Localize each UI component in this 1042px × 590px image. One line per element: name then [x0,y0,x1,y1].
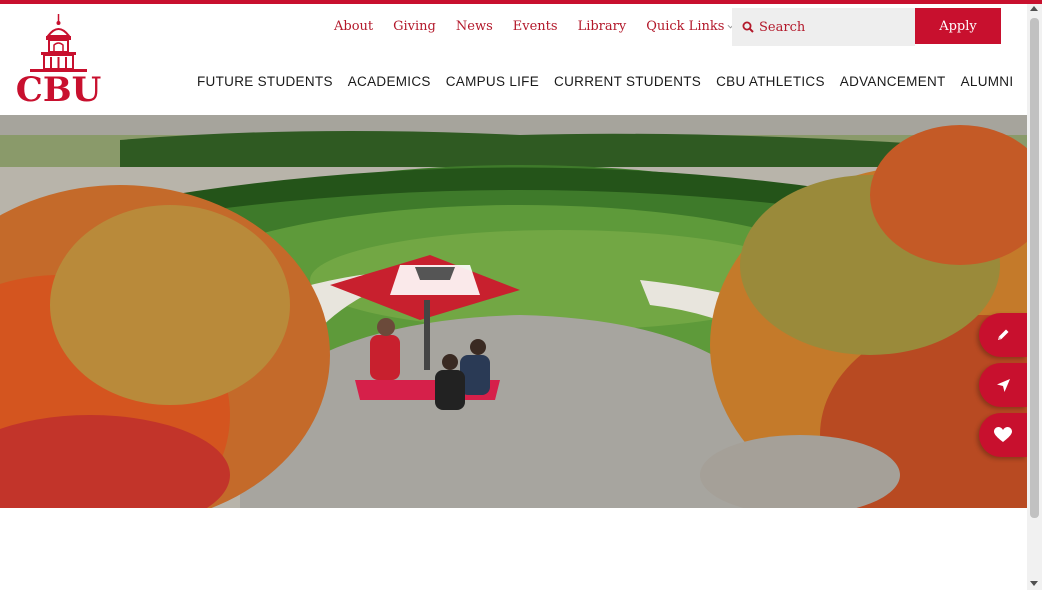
give-button[interactable] [979,413,1027,457]
utility-link-about[interactable]: About [334,19,373,34]
logo-wordmark: CBU [16,70,101,102]
nav-current-students[interactable]: CURRENT STUDENTS [554,74,701,89]
utility-link-news[interactable]: News [456,19,493,34]
utility-link-events[interactable]: Events [513,19,558,34]
location-arrow-icon [996,378,1010,392]
nav-alumni[interactable]: ALUMNI [961,74,1014,89]
scroll-up-arrow[interactable] [1030,6,1038,11]
nav-academics[interactable]: ACADEMICS [348,74,431,89]
apply-button[interactable]: Apply [915,8,1001,44]
hero-image [0,115,1027,508]
page-scrollbar[interactable] [1027,4,1042,590]
main-nav: FUTURE STUDENTS ACADEMICS CAMPUS LIFE CU… [197,74,1028,89]
quick-links-label: Quick Links [646,18,725,34]
heart-icon [994,427,1012,442]
request-info-button[interactable] [979,313,1027,357]
nav-future-students[interactable]: FUTURE STUDENTS [197,74,333,89]
quick-links-dropdown[interactable]: Quick Links [646,19,734,34]
utility-nav: About Giving News Events Library Quick L… [334,14,734,38]
side-action-buttons [979,313,1027,463]
utility-link-giving[interactable]: Giving [393,19,436,34]
visit-button[interactable] [979,363,1027,407]
search-input[interactable] [759,19,899,35]
nav-advancement[interactable]: ADVANCEMENT [840,74,946,89]
site-header: CBU About Giving News Events Library Qui… [0,4,1027,115]
scroll-down-arrow[interactable] [1030,581,1038,586]
search-icon[interactable] [742,21,754,33]
pencil-icon [998,329,1009,340]
search-box [732,8,915,46]
nav-campus-life[interactable]: CAMPUS LIFE [446,74,539,89]
campus-courtyard-photo [0,115,1027,508]
cbu-logo[interactable]: CBU [10,14,107,102]
utility-link-library[interactable]: Library [578,19,627,34]
scroll-thumb[interactable] [1030,18,1039,518]
bell-tower-icon [30,14,87,72]
nav-cbu-athletics[interactable]: CBU ATHLETICS [716,74,825,89]
